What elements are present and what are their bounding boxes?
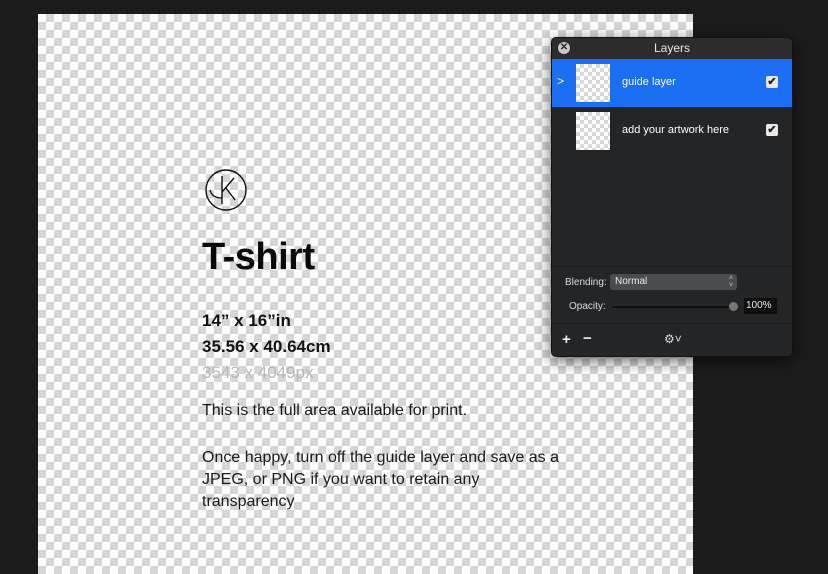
layer-name[interactable]: guide layer: [622, 76, 676, 88]
layers-panel: ✕ Layers > guide layer ✔ add your artwor…: [551, 37, 793, 357]
layer-name[interactable]: add your artwork here: [622, 124, 729, 136]
add-layer-button[interactable]: +: [562, 331, 571, 348]
blending-label: Blending:: [565, 277, 607, 288]
select-arrows-icon: ˄ ˅: [728, 275, 733, 289]
blending-value: Normal: [615, 276, 648, 287]
instructions-text: Once happy, turn off the guide layer and…: [202, 449, 559, 510]
dimensions-px: 3543 x 4049px: [202, 363, 314, 382]
opacity-label: Opacity:: [569, 301, 606, 312]
opacity-input[interactable]: 100%: [744, 298, 777, 314]
dimensions-inches: 14” x 16”in: [202, 311, 291, 330]
remove-layer-button[interactable]: −: [583, 330, 592, 347]
layer-row-artwork[interactable]: add your artwork here ✔: [552, 107, 792, 155]
visibility-checkbox[interactable]: ✔: [766, 124, 778, 136]
divider: [552, 266, 792, 267]
layer-thumbnail: [576, 112, 610, 150]
opacity-slider-handle[interactable]: [729, 302, 738, 311]
gear-icon[interactable]: ⚙˅: [664, 332, 682, 346]
description-text: This is the full area available for prin…: [202, 402, 468, 419]
panel-titlebar[interactable]: ✕ Layers: [552, 38, 792, 59]
chevron-right-icon[interactable]: >: [557, 74, 564, 88]
blending-select[interactable]: Normal ˄ ˅: [610, 274, 737, 290]
close-icon[interactable]: ✕: [558, 42, 570, 54]
divider: [552, 323, 792, 324]
logo-icon: [205, 169, 247, 211]
dimensions-cm: 35.56 x 40.64cm: [202, 337, 331, 356]
visibility-checkbox[interactable]: ✔: [766, 76, 778, 88]
layer-thumbnail: [576, 64, 610, 102]
layer-row-guide[interactable]: > guide layer ✔: [552, 59, 792, 107]
page-title: T-shirt: [202, 236, 315, 278]
opacity-slider[interactable]: [612, 306, 735, 308]
panel-title: Layers: [653, 41, 691, 55]
